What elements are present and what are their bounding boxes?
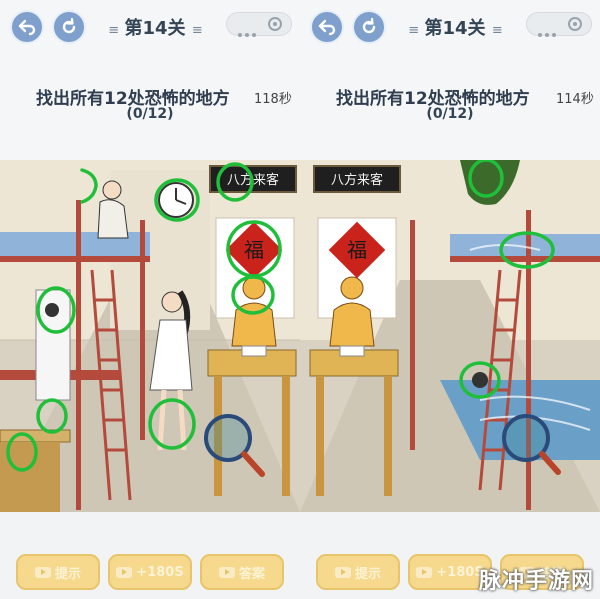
level-deco-right: ≡ [491,23,503,38]
countdown-timer: 118秒 [254,92,292,107]
video-play-icon [116,566,133,578]
back-arrow-icon [318,19,336,36]
hint-button[interactable]: 提示 [16,554,100,590]
dorm-scene[interactable]: 八方来客 福 [0,160,300,512]
mini-program-capsule [526,12,592,37]
level-deco-right: ≡ [191,23,203,38]
top-bar: ≡ 第14关 ≡ 找出所有12处恐怖的地方 114秒 (0/12) [300,0,600,160]
video-play-icon [218,566,235,578]
answer-button[interactable]: 答案 [200,554,284,590]
level-title: ≡ 第14关 ≡ [90,14,220,40]
retry-icon [362,17,376,34]
top-bar: ≡ 第14关 ≡ 找出所有12处恐怖的地方 118秒 (0/12) [0,0,300,160]
video-play-icon [34,566,51,578]
hint-button[interactable]: 提示 [316,554,400,590]
level-label: 第14关 [424,18,486,39]
site-watermark: 脉冲手游网 [478,569,594,594]
game-panel-right: ≡ 第14关 ≡ 找出所有12处恐怖的地方 114秒 (0/12) 八方来客 福 [300,0,600,599]
found-progress: (0/12) [426,106,474,122]
dorm-scene[interactable]: 八方来客 福 [300,160,600,512]
sign-board: 八方来客 [313,165,401,193]
mini-program-capsule [226,12,292,37]
wall-mirror[interactable] [35,289,71,401]
level-title: ≡ 第14关 ≡ [390,14,520,40]
person-under-bunk[interactable] [472,372,488,388]
game-panel-left: ≡ 第14关 ≡ 找出所有12处恐怖的地方 118秒 (0/12) 八方来客 福 [0,0,300,599]
back-arrow-icon [18,19,36,36]
more-dots-icon[interactable] [538,22,562,37]
sign-text: 八方来客 [331,172,383,188]
close-ring-icon[interactable] [568,17,582,31]
back-button[interactable] [310,10,344,44]
video-play-icon [416,566,433,578]
retry-button[interactable] [352,10,386,44]
level-deco-left: ≡ [408,23,419,38]
back-button[interactable] [10,10,44,44]
fu-poster[interactable]: 福 [317,217,397,319]
retry-button[interactable] [52,10,86,44]
video-play-icon [334,566,351,578]
more-dots-icon[interactable] [238,22,262,37]
countdown-timer: 114秒 [556,92,594,107]
found-progress: (0/12) [126,106,174,122]
retry-icon [62,17,76,34]
hint-label: 提示 [54,566,81,582]
close-ring-icon[interactable] [268,17,282,31]
hint-label: 提示 [354,566,381,582]
level-deco-left: ≡ [108,23,119,38]
add-time-label: +180S [136,564,184,580]
add-time-button[interactable]: +180S [108,554,192,590]
wall-clock[interactable] [158,182,194,218]
fu-glyph: 福 [347,238,367,262]
fu-glyph: 福 [244,238,264,262]
add-time-label: +180S [436,564,484,580]
answer-label: 答案 [238,566,265,582]
bottom-toolbar: 提示 +180S 答案 [0,512,300,599]
level-label: 第14关 [124,18,186,39]
